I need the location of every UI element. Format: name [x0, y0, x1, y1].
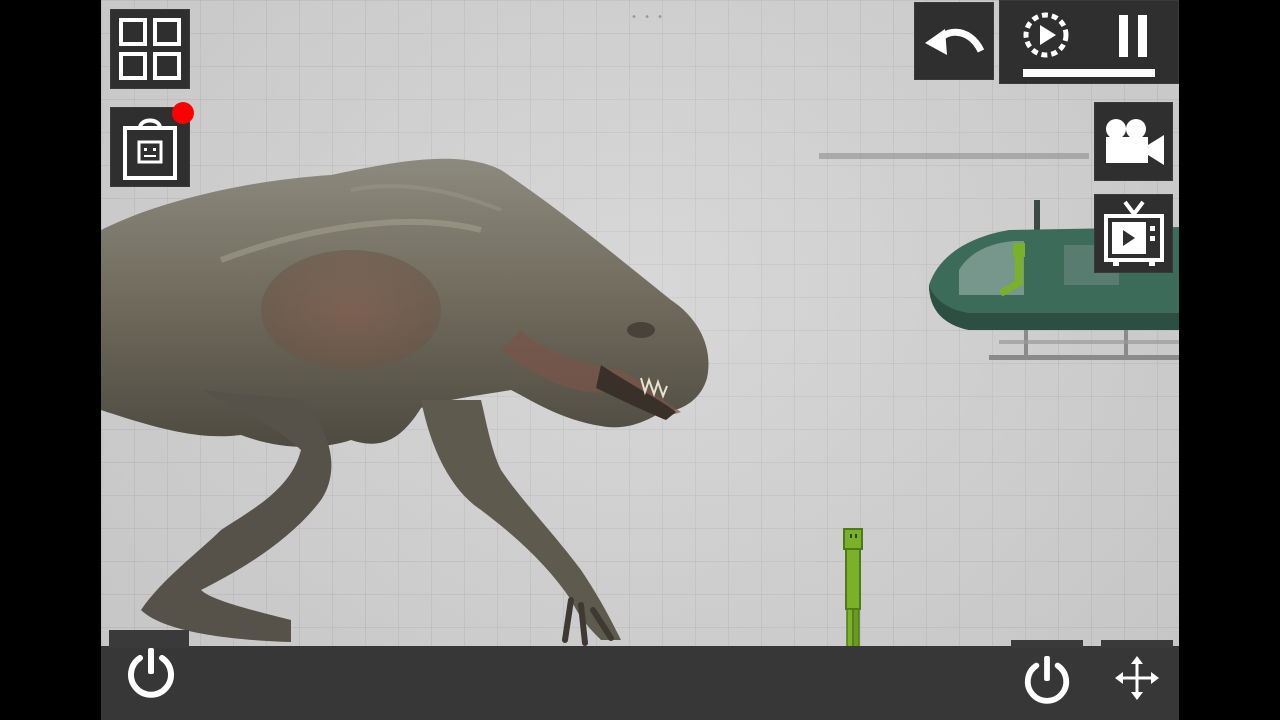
floor-block-right2 — [1101, 640, 1173, 648]
menu-button[interactable] — [110, 9, 190, 89]
dinosaur[interactable] — [101, 150, 721, 650]
grid-icon — [119, 18, 181, 80]
power-icon — [128, 648, 174, 698]
movie-camera-icon — [1105, 118, 1164, 165]
time-scale-bar[interactable] — [1023, 69, 1155, 77]
undo-button[interactable] — [914, 2, 994, 80]
drag-handle: • • • — [631, 12, 666, 23]
camera-button[interactable] — [1094, 102, 1173, 181]
notification-dot — [172, 102, 194, 124]
shop-bag-icon — [123, 118, 177, 180]
power-left-button[interactable] — [123, 645, 179, 701]
undo-arrow-icon — [925, 28, 985, 55]
pause-icon — [1119, 15, 1147, 57]
tv-icon — [1103, 200, 1164, 266]
ragdoll-human[interactable] — [841, 527, 865, 649]
move-arrows-icon — [1115, 656, 1159, 700]
floor-block-right — [1011, 640, 1083, 648]
tv-button[interactable] — [1094, 194, 1173, 273]
slow-motion-icon — [1023, 12, 1069, 58]
slow-motion-button[interactable] — [1019, 8, 1073, 62]
pause-button[interactable] — [1105, 8, 1161, 64]
move-button[interactable] — [1109, 650, 1165, 706]
power-icon — [1024, 655, 1070, 704]
game-viewport[interactable]: • • • — [101, 0, 1179, 720]
floor — [101, 646, 1179, 720]
power-right-button[interactable] — [1019, 652, 1075, 708]
